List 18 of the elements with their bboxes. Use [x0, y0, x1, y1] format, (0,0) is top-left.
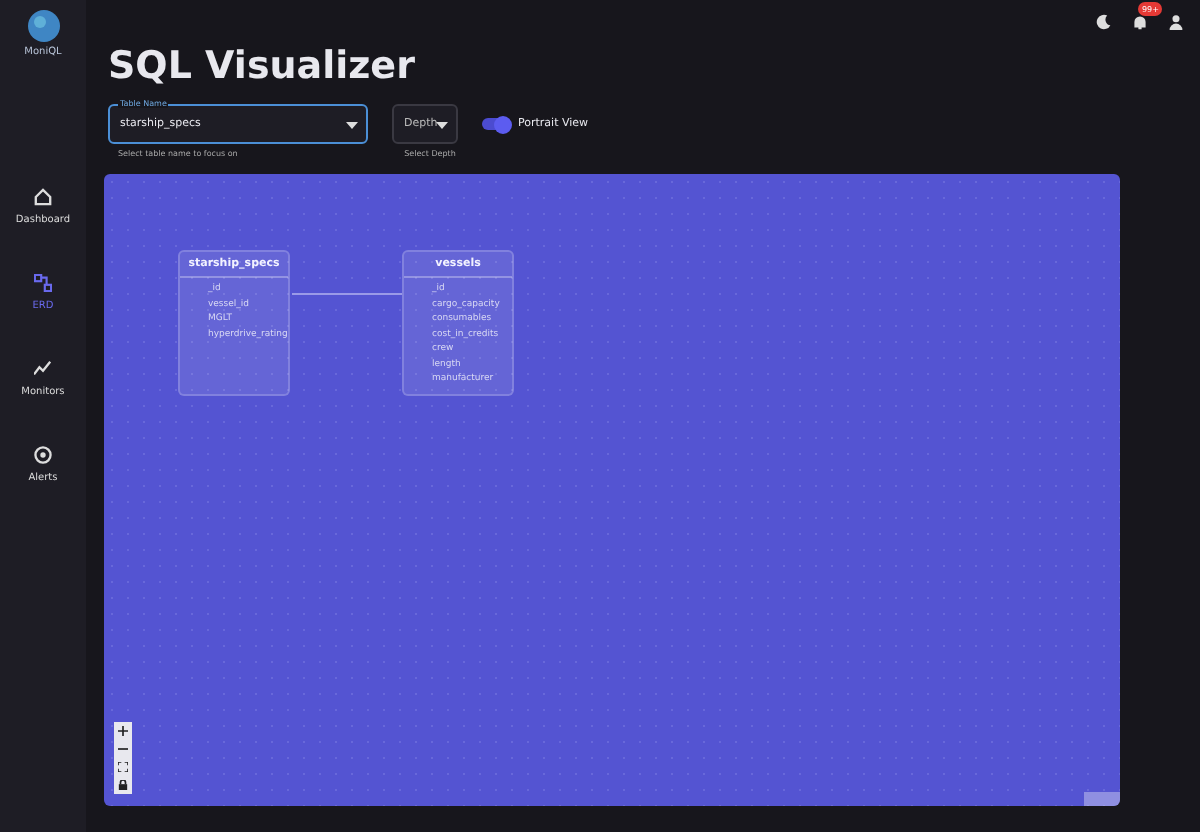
chart-icon: [33, 360, 52, 378]
moon-icon[interactable]: [1096, 14, 1112, 30]
plus-icon[interactable]: [118, 726, 128, 736]
lock-icon[interactable]: [118, 780, 128, 790]
target-icon: [33, 446, 52, 464]
diagram-icon: [33, 274, 52, 292]
attribution-badge: [1084, 792, 1120, 806]
fit-view-icon[interactable]: [118, 762, 128, 772]
user-icon[interactable]: [1168, 14, 1184, 30]
home-icon: [33, 188, 52, 206]
bell-icon[interactable]: [1132, 14, 1148, 30]
minus-icon[interactable]: [118, 744, 128, 754]
caret-icon: [436, 122, 448, 130]
connector-line: [292, 292, 402, 296]
page-title: SQL Visualizer: [108, 44, 415, 88]
caret-icon: [346, 122, 358, 130]
globe-logo-icon: [27, 10, 59, 42]
toggle-switch[interactable]: [482, 118, 510, 130]
